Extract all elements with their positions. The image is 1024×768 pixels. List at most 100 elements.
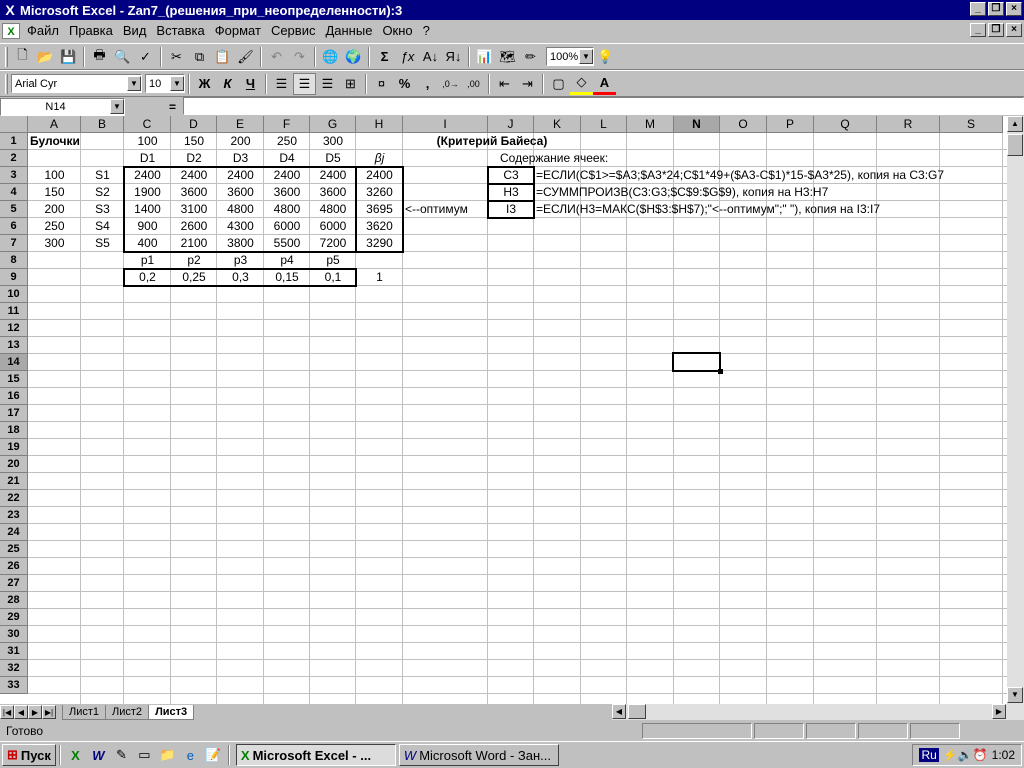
toolbar-grip[interactable] <box>5 46 8 67</box>
column-header-h[interactable]: H <box>356 116 403 133</box>
language-indicator[interactable]: Ru <box>919 748 939 762</box>
minimize-button[interactable]: _ <box>970 2 986 16</box>
cell-d2[interactable]: D2 <box>171 150 217 167</box>
align-left-icon[interactable]: ☰ <box>270 73 293 95</box>
row-header-13[interactable]: 13 <box>0 337 28 354</box>
hyperlink-icon[interactable]: 🌐 <box>319 46 342 68</box>
chevron-down-icon[interactable]: ▼ <box>579 49 593 64</box>
tray-icons[interactable]: ⚡🔊⏰ <box>943 748 988 762</box>
cell-k4[interactable]: =СУММПРОИЗВ(C3:G3;$C$9:$G$9), копия на H… <box>536 184 828 201</box>
function-icon[interactable]: ƒx <box>396 46 419 68</box>
row-header-10[interactable]: 10 <box>0 286 28 303</box>
fill-color-icon[interactable]: ◇ <box>570 73 593 95</box>
row-header-28[interactable]: 28 <box>0 592 28 609</box>
row-header-17[interactable]: 17 <box>0 405 28 422</box>
cell-g2[interactable]: D5 <box>310 150 356 167</box>
select-all-corner[interactable] <box>0 116 28 133</box>
row-header-5[interactable]: 5 <box>0 201 28 218</box>
row-header-31[interactable]: 31 <box>0 643 28 660</box>
cell-b7[interactable]: S5 <box>81 235 124 252</box>
column-header-p[interactable]: P <box>767 116 814 133</box>
column-header-q[interactable]: Q <box>814 116 877 133</box>
doc-minimize-button[interactable]: _ <box>970 23 986 37</box>
currency-icon[interactable]: ¤ <box>370 73 393 95</box>
font-color-icon[interactable]: A <box>593 73 616 95</box>
fill-handle[interactable] <box>718 369 723 374</box>
sheet-tab-list2[interactable]: Лист2 <box>105 704 150 720</box>
cell-f8[interactable]: p4 <box>264 252 310 269</box>
next-sheet-icon[interactable]: ▶ <box>28 705 42 719</box>
cell-i1[interactable]: (Критерий Байеса) <box>403 133 581 150</box>
row-header-14[interactable]: 14 <box>0 354 28 371</box>
font-name-select[interactable]: Arial Cyr ▼ <box>11 74 142 93</box>
row-header-29[interactable]: 29 <box>0 609 28 626</box>
row-header-15[interactable]: 15 <box>0 371 28 388</box>
scroll-left-icon[interactable]: ◀ <box>612 704 626 719</box>
underline-icon[interactable]: Ч <box>239 73 262 95</box>
office-assistant-icon[interactable]: 💡 <box>594 46 617 68</box>
copy-icon[interactable]: ⧉ <box>188 46 211 68</box>
web-toolbar-icon[interactable]: 🌍 <box>342 46 365 68</box>
cut-icon[interactable]: ✂ <box>165 46 188 68</box>
map-icon[interactable]: 🗺 <box>496 46 519 68</box>
row-header-20[interactable]: 20 <box>0 456 28 473</box>
cell-g8[interactable]: p5 <box>310 252 356 269</box>
column-header-n[interactable]: N <box>674 116 720 133</box>
column-header-e[interactable]: E <box>217 116 264 133</box>
row-header-9[interactable]: 9 <box>0 269 28 286</box>
menu-format[interactable]: Формат <box>210 21 266 41</box>
workbook-icon[interactable]: X <box>2 23 20 39</box>
row-header-23[interactable]: 23 <box>0 507 28 524</box>
name-box[interactable]: N14 ▼ <box>0 97 125 116</box>
spelling-icon[interactable]: ✓ <box>134 46 157 68</box>
column-header-m[interactable]: M <box>627 116 674 133</box>
row-header-19[interactable]: 19 <box>0 439 28 456</box>
column-header-i[interactable]: I <box>403 116 488 133</box>
menu-help[interactable]: ? <box>418 21 435 41</box>
menu-tools[interactable]: Сервис <box>266 21 321 41</box>
chart-wizard-icon[interactable]: 📊 <box>473 46 496 68</box>
cell-a7[interactable]: 300 <box>28 235 81 252</box>
paste-icon[interactable]: 📋 <box>211 46 234 68</box>
row-header-4[interactable]: 4 <box>0 184 28 201</box>
doc-close-button[interactable]: × <box>1006 23 1022 37</box>
row-header-11[interactable]: 11 <box>0 303 28 320</box>
cell-f2[interactable]: D4 <box>264 150 310 167</box>
quicklaunch-word-icon[interactable]: W <box>87 744 110 766</box>
close-button[interactable]: × <box>1006 2 1022 16</box>
cell-c8[interactable]: p1 <box>124 252 171 269</box>
cell-k3[interactable]: =ЕСЛИ(C$1>=$A3;$A3*24;C$1*49+($A3-C$1)*1… <box>536 167 944 184</box>
align-center-icon[interactable]: ☰ <box>293 72 316 95</box>
menu-edit[interactable]: Правка <box>64 21 118 41</box>
row-header-2[interactable]: 2 <box>0 150 28 167</box>
cell-d8[interactable]: p2 <box>171 252 217 269</box>
row-header-8[interactable]: 8 <box>0 252 28 269</box>
undo-icon[interactable]: ↶ <box>265 46 288 68</box>
open-icon[interactable]: 📂 <box>34 46 57 68</box>
vertical-scrollbar[interactable]: ▲ ▼ <box>1007 116 1024 704</box>
row-header-1[interactable]: 1 <box>0 133 28 150</box>
row-header-25[interactable]: 25 <box>0 541 28 558</box>
menu-window[interactable]: Окно <box>377 21 417 41</box>
row-header-30[interactable]: 30 <box>0 626 28 643</box>
menu-insert[interactable]: Вставка <box>151 21 209 41</box>
column-header-l[interactable]: L <box>581 116 627 133</box>
font-size-select[interactable]: 10 ▼ <box>145 74 185 93</box>
row-header-18[interactable]: 18 <box>0 422 28 439</box>
column-header-r[interactable]: R <box>877 116 940 133</box>
row-header-26[interactable]: 26 <box>0 558 28 575</box>
column-header-g[interactable]: G <box>310 116 356 133</box>
cell-a3[interactable]: 100 <box>28 167 81 184</box>
drawing-icon[interactable]: ✏ <box>519 46 542 68</box>
zoom-select[interactable]: 100% ▼ <box>546 47 594 66</box>
column-header-o[interactable]: O <box>720 116 767 133</box>
cell-b5[interactable]: S3 <box>81 201 124 218</box>
sort-asc-icon[interactable]: A↓ <box>419 46 442 68</box>
cell-d1[interactable]: 150 <box>171 133 217 150</box>
decrease-indent-icon[interactable]: ⇤ <box>493 73 516 95</box>
cell-b3[interactable]: S1 <box>81 167 124 184</box>
merge-center-icon[interactable]: ⊞ <box>339 73 362 95</box>
increase-decimal-icon[interactable]: ,0→ <box>439 73 462 95</box>
row-header-6[interactable]: 6 <box>0 218 28 235</box>
cell-a6[interactable]: 250 <box>28 218 81 235</box>
